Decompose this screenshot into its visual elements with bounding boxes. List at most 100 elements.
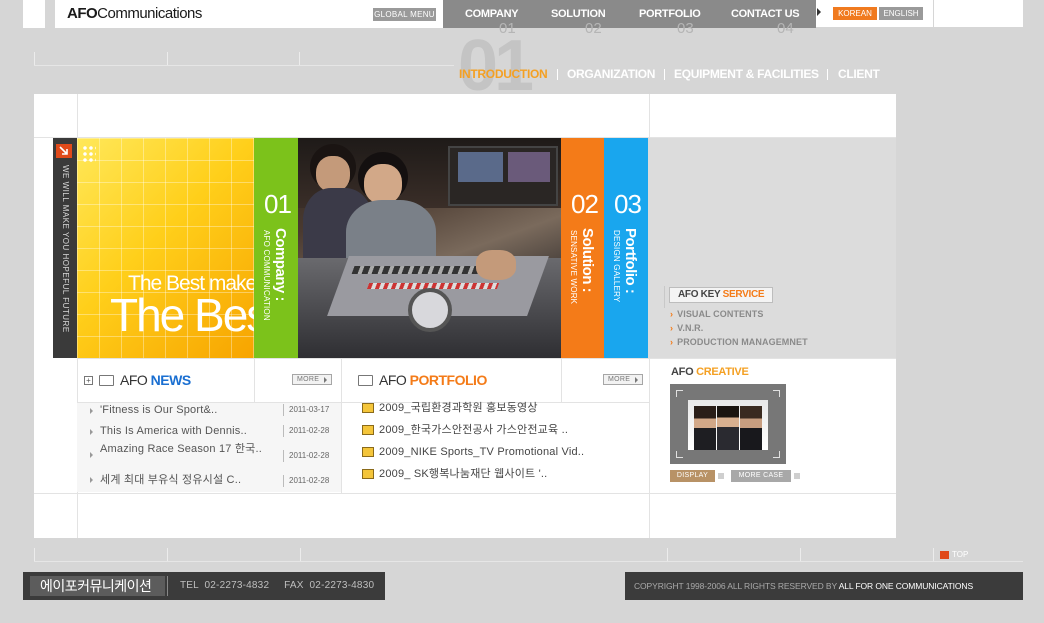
subnav-organization[interactable]: ORGANIZATION xyxy=(567,67,655,81)
bullet-icon xyxy=(90,477,93,483)
portfolio-item-title[interactable]: 2009_국립환경과학원 홍보동영상 xyxy=(379,402,538,414)
key-service-vnr[interactable]: V.N.R. xyxy=(670,323,703,333)
divider xyxy=(254,358,255,402)
news-item-date: 2011-03-17 xyxy=(283,404,329,416)
news-title: AFO NEWS xyxy=(120,372,191,388)
video-icon xyxy=(362,425,374,435)
key-service-title-prefix: AFO KEY xyxy=(678,289,723,300)
banner-side-text: WE WILL MAKE YOU HOPEFUL FUTURE xyxy=(61,165,70,333)
key-service-production-management[interactable]: PRODUCTION MANAGEMNET xyxy=(670,337,808,347)
band-portfolio-sub: DESIGN GALLERY xyxy=(612,230,621,303)
divider xyxy=(34,561,1023,562)
expand-icon: + xyxy=(84,376,93,385)
news-item-date: 2011-02-28 xyxy=(283,475,329,487)
back-to-top-link[interactable]: TOP xyxy=(940,550,968,559)
band-solution-sub: SENSATIVE WORK xyxy=(569,230,578,305)
nav-portfolio[interactable]: PORTFOLIO xyxy=(639,8,701,20)
global-menu-button[interactable]: GLOBAL MENU xyxy=(373,8,436,21)
divider xyxy=(561,358,562,402)
more-case-button[interactable]: MORE CASE xyxy=(731,470,791,482)
key-service-title: AFO KEY SERVICE xyxy=(669,287,773,303)
banner-photo-editing-room xyxy=(298,138,561,358)
portfolio-title-prefix: AFO xyxy=(379,372,410,388)
topright-block xyxy=(934,0,1023,27)
folder-icon xyxy=(358,375,373,386)
divider xyxy=(664,69,665,80)
video-icon xyxy=(362,403,374,413)
divider xyxy=(77,358,896,359)
creative-title-highlight: CREATIVE xyxy=(696,366,749,378)
subnav-introduction[interactable]: INTRODUCTION xyxy=(459,67,548,81)
divider xyxy=(34,52,35,66)
top-label: TOP xyxy=(952,550,969,559)
creative-title: AFO CREATIVE xyxy=(671,366,749,378)
main-nav: COMPANY SOLUTION PORTFOLIO CONTACT US 01… xyxy=(443,0,816,37)
nav-contact-us[interactable]: CONTACT US xyxy=(731,8,800,20)
key-service-title-highlight: SERVICE xyxy=(722,289,765,300)
divider xyxy=(300,548,301,562)
footer-company-name: 에이포커뮤니케이션 xyxy=(30,576,165,596)
divider xyxy=(34,493,896,494)
news-item-date: 2011-02-28 xyxy=(283,450,329,462)
divider xyxy=(34,548,35,562)
arrow-right-icon xyxy=(817,8,821,16)
news-item[interactable]: Amazing Race Season 17 한국.. 2011-02-28 xyxy=(78,443,340,470)
dots-icon xyxy=(82,145,96,163)
news-title-prefix: AFO xyxy=(120,372,151,388)
bullet-icon xyxy=(90,452,93,458)
news-item-title[interactable]: 'Fitness is Our Sport&.. xyxy=(100,404,270,416)
news-item[interactable]: 'Fitness is Our Sport&.. 2011-03-17 xyxy=(78,403,340,425)
band-company-num: 01 xyxy=(264,189,292,219)
news-more-button[interactable]: MORE xyxy=(292,374,332,385)
divider xyxy=(34,65,454,66)
divider xyxy=(664,286,665,308)
footer-tel-fax: TEL 02-2273-4832 FAX 02-2273-4830 xyxy=(180,580,375,591)
band-solution-title: Solution : xyxy=(579,228,596,293)
divider xyxy=(299,52,300,66)
divider xyxy=(557,69,558,80)
arrow-icon xyxy=(718,473,724,479)
band-solution-num: 02 xyxy=(571,189,599,219)
divider xyxy=(800,548,801,562)
portfolio-item-title[interactable]: 2009_한국가스안전공사 가스안전교육 .. xyxy=(379,424,568,436)
subnav-equipment-facilities[interactable]: EQUIPMENT & FACILITIES xyxy=(674,67,819,81)
lang-korean-button[interactable]: KOREAN xyxy=(833,7,877,20)
copyright-owner: ALL FOR ONE COMMUNICATIONS xyxy=(838,581,974,591)
nav-num-04: 04 xyxy=(777,20,794,37)
divider xyxy=(167,548,168,562)
news-item[interactable]: 세계 최대 부유식 정유시설 C.. 2011-02-28 xyxy=(78,474,340,492)
divider xyxy=(341,358,342,493)
band-portfolio-title: Portfolio : xyxy=(622,228,639,294)
news-item-title[interactable]: This Is America with Dennis.. xyxy=(100,425,270,437)
nav-company[interactable]: COMPANY xyxy=(465,8,519,20)
topbar-left-block xyxy=(23,0,45,28)
portfolio-item-title[interactable]: 2009_NIKE Sports_TV Promotional Vid.. xyxy=(379,446,584,458)
bullet-icon xyxy=(90,429,93,435)
portfolio-more-button[interactable]: MORE xyxy=(603,374,643,385)
band-company-sub: AFO COMMUNICATION xyxy=(262,230,271,321)
key-service-visual-contents[interactable]: VISUAL CONTENTS xyxy=(670,309,763,319)
news-item-title[interactable]: Amazing Race Season 17 한국.. xyxy=(100,443,270,455)
site-logo[interactable]: AFOCommunications xyxy=(67,5,202,22)
news-item-title[interactable]: 세계 최대 부유식 정유시설 C.. xyxy=(100,474,270,486)
creative-photo[interactable] xyxy=(688,400,768,450)
divider xyxy=(933,548,934,562)
portfolio-item-title[interactable]: 2009_ SK행복나눔재단 웹사이트 '.. xyxy=(379,468,547,480)
display-button[interactable]: DISPLAY xyxy=(670,470,715,482)
logo-rest: Communications xyxy=(97,5,202,22)
nav-num-02: 02 xyxy=(585,20,602,37)
nav-num-03: 03 xyxy=(677,20,694,37)
bullet-icon xyxy=(90,408,93,414)
nav-solution[interactable]: SOLUTION xyxy=(551,8,606,20)
divider xyxy=(667,548,668,562)
arrow-down-right-icon xyxy=(56,144,72,158)
banner-tagline-big: The Best xyxy=(110,289,280,341)
news-title-highlight: NEWS xyxy=(150,372,192,388)
divider xyxy=(167,52,168,66)
divider xyxy=(827,69,828,80)
footer-copyright: COPYRIGHT 1998-2006 ALL RIGHTS RESERVED … xyxy=(634,581,973,591)
video-icon xyxy=(362,469,374,479)
subnav-client[interactable]: CLIENT xyxy=(838,67,880,81)
lang-english-button[interactable]: ENGLISH xyxy=(879,7,923,20)
copyright-text: COPYRIGHT 1998-2006 ALL RIGHTS RESERVED … xyxy=(634,581,839,591)
